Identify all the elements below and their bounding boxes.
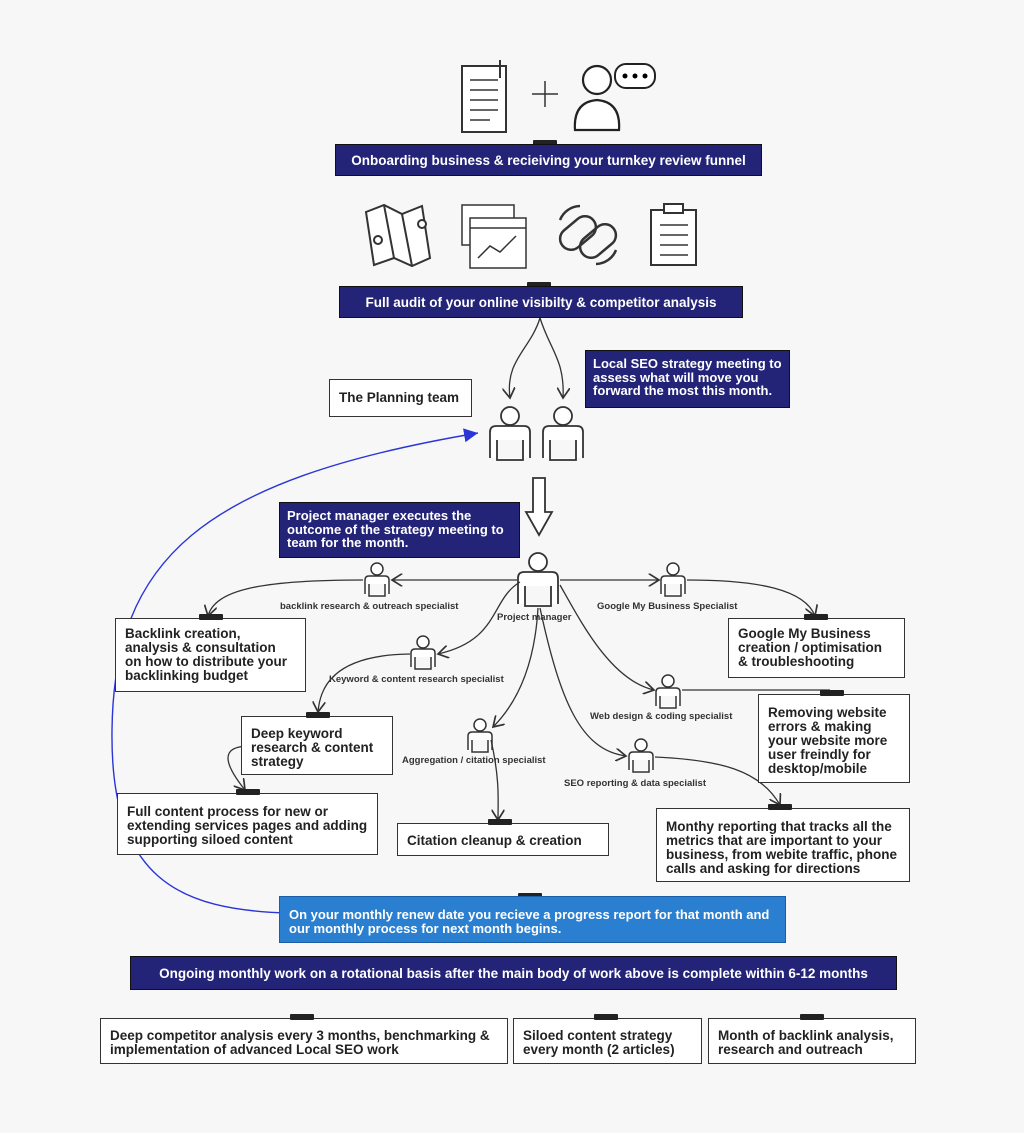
onboarding-banner: Onboarding business & recieiving your tu… bbox=[335, 144, 762, 176]
keyword-specialist-label: Keyword & content research specialist bbox=[329, 674, 504, 685]
gmb-specialist-label: Google My Business Specialist bbox=[597, 601, 738, 612]
web-specialist-label: Web design & coding specialist bbox=[590, 711, 733, 722]
task-gmb: Google My Business creation / optimisati… bbox=[728, 618, 905, 678]
ongoing-banner: Ongoing monthly work on a rotational bas… bbox=[130, 956, 897, 990]
task-backlink: Backlink creation, analysis & consultati… bbox=[115, 618, 306, 692]
renew-note: On your monthly renew date you recieve a… bbox=[279, 896, 786, 943]
clipboard-icon bbox=[650, 203, 697, 266]
project-manager-bubble: Project manager executes the outcome of … bbox=[279, 502, 520, 558]
ongoing-backlink: Month of backlink analysis, research and… bbox=[708, 1018, 916, 1064]
backlink-specialist-label: backlink research & outreach specialist bbox=[280, 601, 459, 612]
aggregation-specialist-label: Aggregation / citation specialist bbox=[402, 755, 546, 766]
ongoing-competitor: Deep competitor analysis every 3 months,… bbox=[100, 1018, 508, 1064]
browser-chart-icon bbox=[461, 204, 527, 269]
task-citation: Citation cleanup & creation bbox=[397, 823, 609, 856]
project-manager-label: Project manager bbox=[497, 612, 572, 623]
plus-icon bbox=[532, 81, 558, 107]
seo-specialist-label: SEO reporting & data specialist bbox=[564, 778, 707, 789]
task-content: Full content process for new or extendin… bbox=[117, 793, 378, 855]
person-chat-icon bbox=[573, 63, 656, 132]
document-icon bbox=[461, 60, 507, 133]
task-web: Removing website errors & making your we… bbox=[758, 694, 910, 783]
ongoing-content: Siloed content strategy every month (2 a… bbox=[513, 1018, 702, 1064]
down-arrow-icon bbox=[524, 477, 554, 537]
planning-person-2 bbox=[542, 406, 584, 461]
map-icon bbox=[364, 203, 432, 268]
project-manager-person bbox=[517, 552, 559, 607]
audit-banner: Full audit of your online visibilty & co… bbox=[339, 286, 743, 318]
task-reporting: Monthy reporting that tracks all the met… bbox=[656, 808, 910, 882]
planning-person-1 bbox=[489, 406, 531, 461]
link-icon bbox=[558, 204, 618, 266]
strategy-meeting-bubble: Local SEO strategy meeting to assess wha… bbox=[585, 350, 790, 408]
task-keyword: Deep keyword research & content strategy bbox=[241, 716, 393, 775]
planning-team-label: The Planning team bbox=[329, 379, 472, 417]
